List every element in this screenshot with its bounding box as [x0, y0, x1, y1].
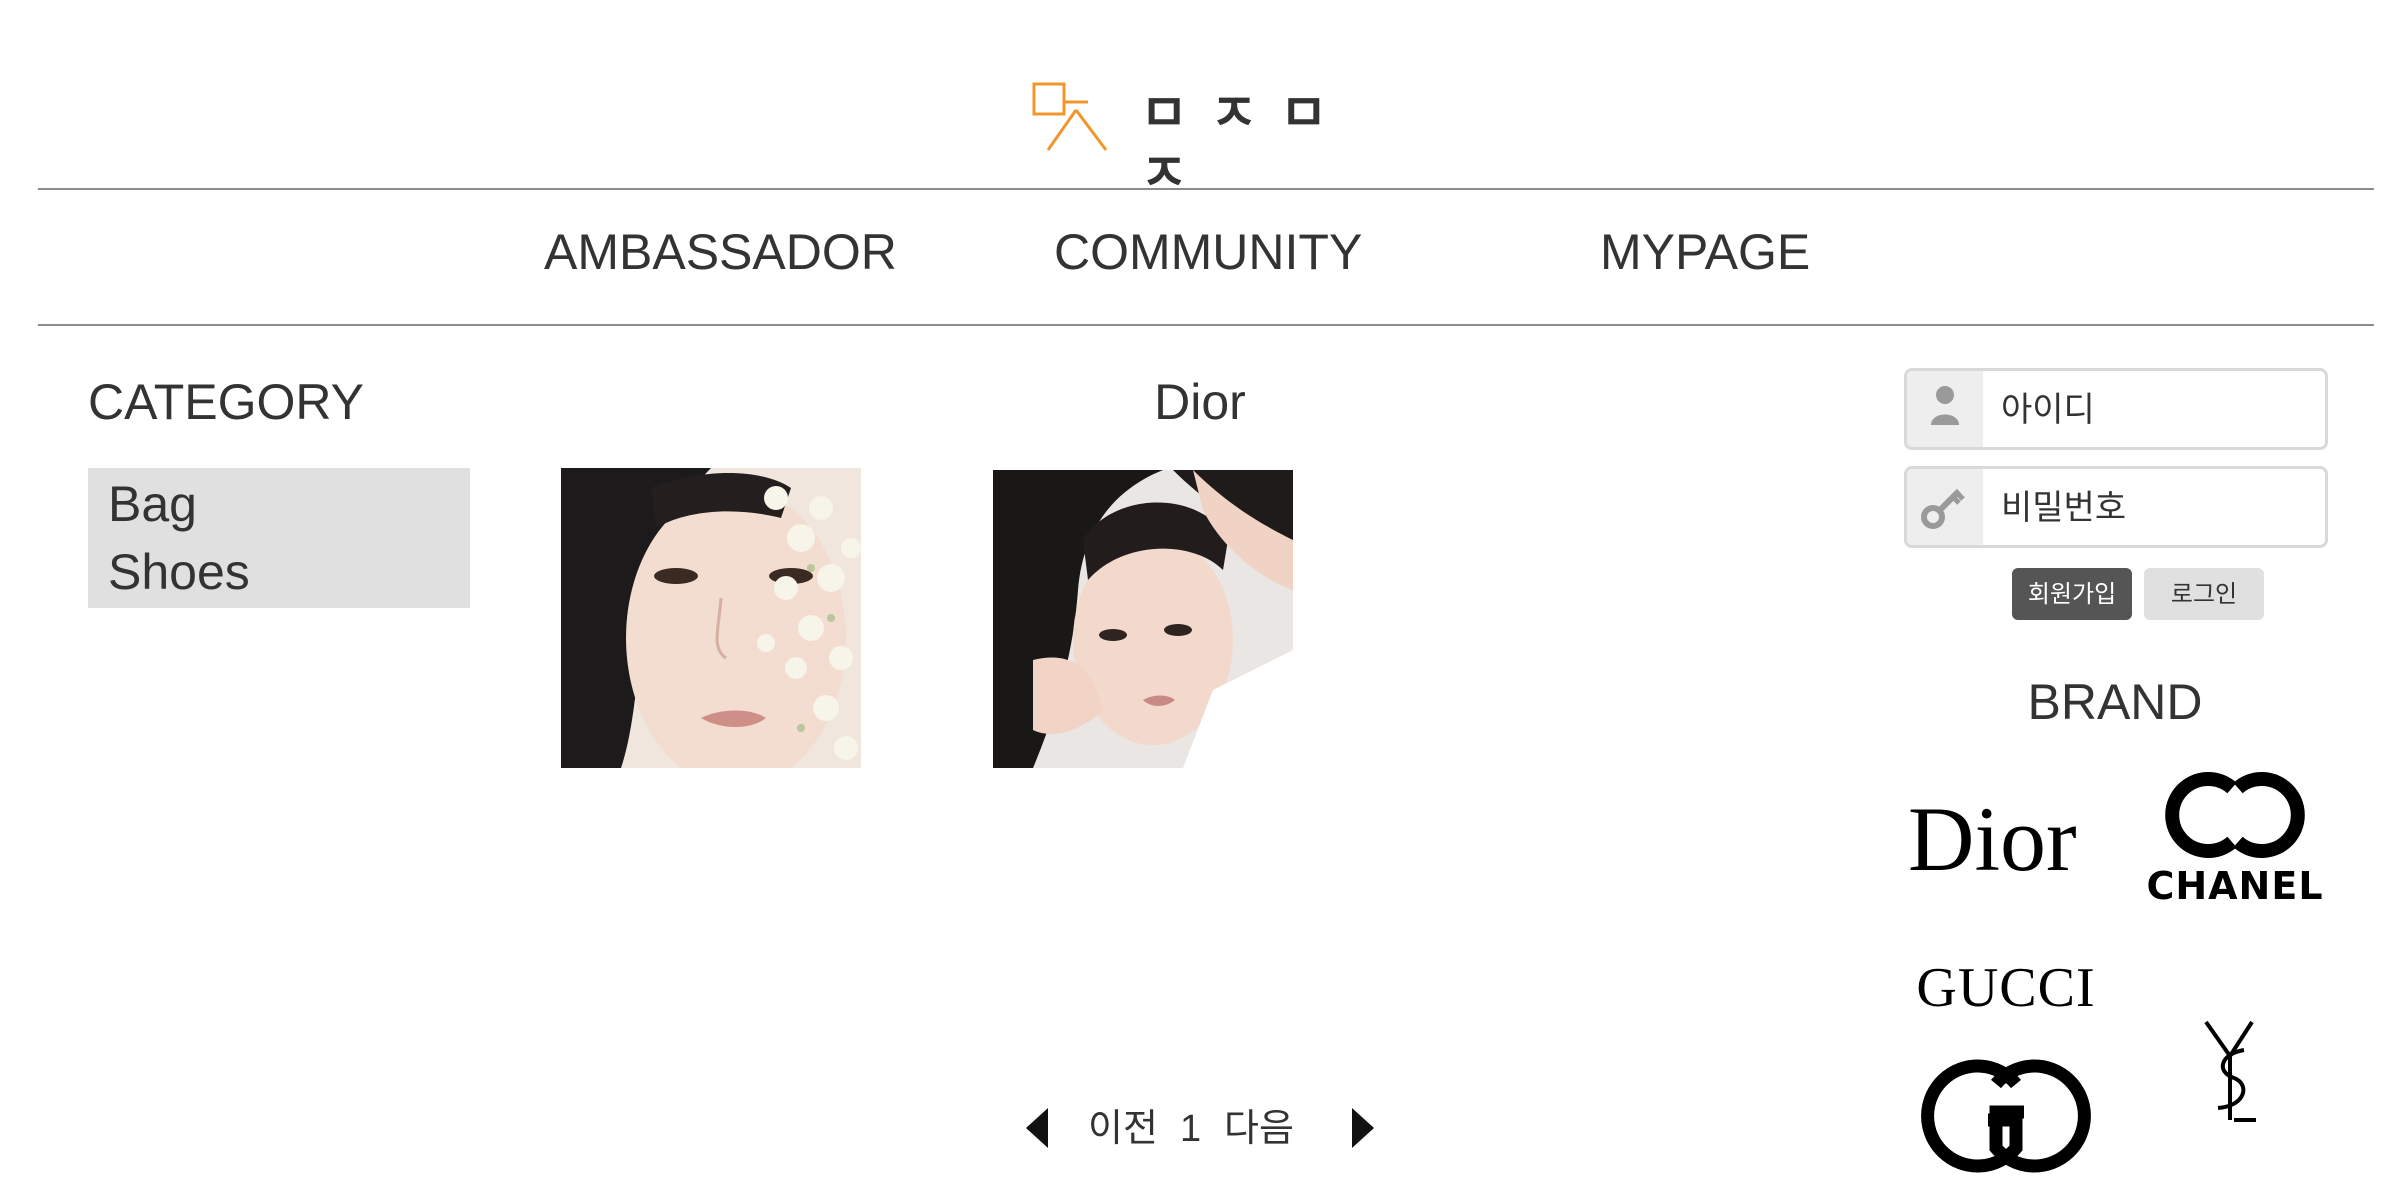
category-item-shoes[interactable]: Shoes [108, 542, 250, 602]
category-title: CATEGORY [88, 374, 364, 430]
triangle-right-icon[interactable] [1352, 1108, 1374, 1148]
nav-community[interactable]: COMMUNITY [1054, 222, 1362, 282]
logo-mark [1032, 82, 1108, 151]
pagination-current-page[interactable]: 1 [1180, 1094, 1201, 1164]
pagination-next[interactable]: 다음 [1224, 1094, 1294, 1164]
nav-mypage[interactable]: MYPAGE [1600, 222, 1810, 282]
ysl-monogram-icon [2204, 1020, 2256, 1122]
key-icon [1907, 469, 1983, 545]
brand-logo-chanel[interactable]: CHANEL [2130, 770, 2340, 910]
portrait-image [561, 468, 861, 768]
password-input[interactable] [1999, 469, 2313, 545]
id-input[interactable] [1999, 371, 2313, 447]
dior-wordmark: Dior [1908, 788, 2077, 890]
header-divider [38, 188, 2374, 190]
brand-logo-dior[interactable]: Dior [1908, 788, 2098, 890]
category-list: Bag Shoes [88, 468, 470, 608]
nav-ambassador[interactable]: AMBASSADOR [544, 222, 897, 282]
brand-logo-ysl[interactable] [2200, 1016, 2260, 1126]
triangle-left-icon[interactable] [1026, 1108, 1048, 1148]
category-item-bag[interactable]: Bag [108, 474, 197, 534]
pagination-prev[interactable]: 이전 [1088, 1094, 1158, 1164]
user-icon [1907, 371, 1983, 447]
page-title: Dior [1154, 374, 1246, 430]
logo-text: ㅁㅈㅁㅈ [1140, 84, 1350, 204]
site-logo[interactable]: ㅁㅈㅁㅈ [1030, 80, 1390, 204]
product-image-2[interactable] [993, 470, 1293, 770]
nav-divider [38, 324, 2374, 326]
brand-title: BRAND [2027, 674, 2203, 730]
password-field [1904, 466, 2328, 548]
signup-button[interactable]: 회원가입 [2012, 568, 2132, 620]
portrait-image [993, 470, 1293, 768]
product-image-1[interactable] [561, 468, 861, 768]
pagination: 이전 1 다음 [1024, 1094, 1404, 1164]
brand-logo-gucci[interactable]: GUCCI [1906, 958, 2106, 1178]
gucci-gg-icon [1921, 1059, 2091, 1173]
chanel-cc-icon [2165, 772, 2305, 858]
chanel-wordmark: CHANEL [2146, 864, 2324, 908]
id-field [1904, 368, 2328, 450]
login-button[interactable]: 로그인 [2144, 568, 2264, 620]
gucci-wordmark: GUCCI [1916, 957, 2096, 1019]
